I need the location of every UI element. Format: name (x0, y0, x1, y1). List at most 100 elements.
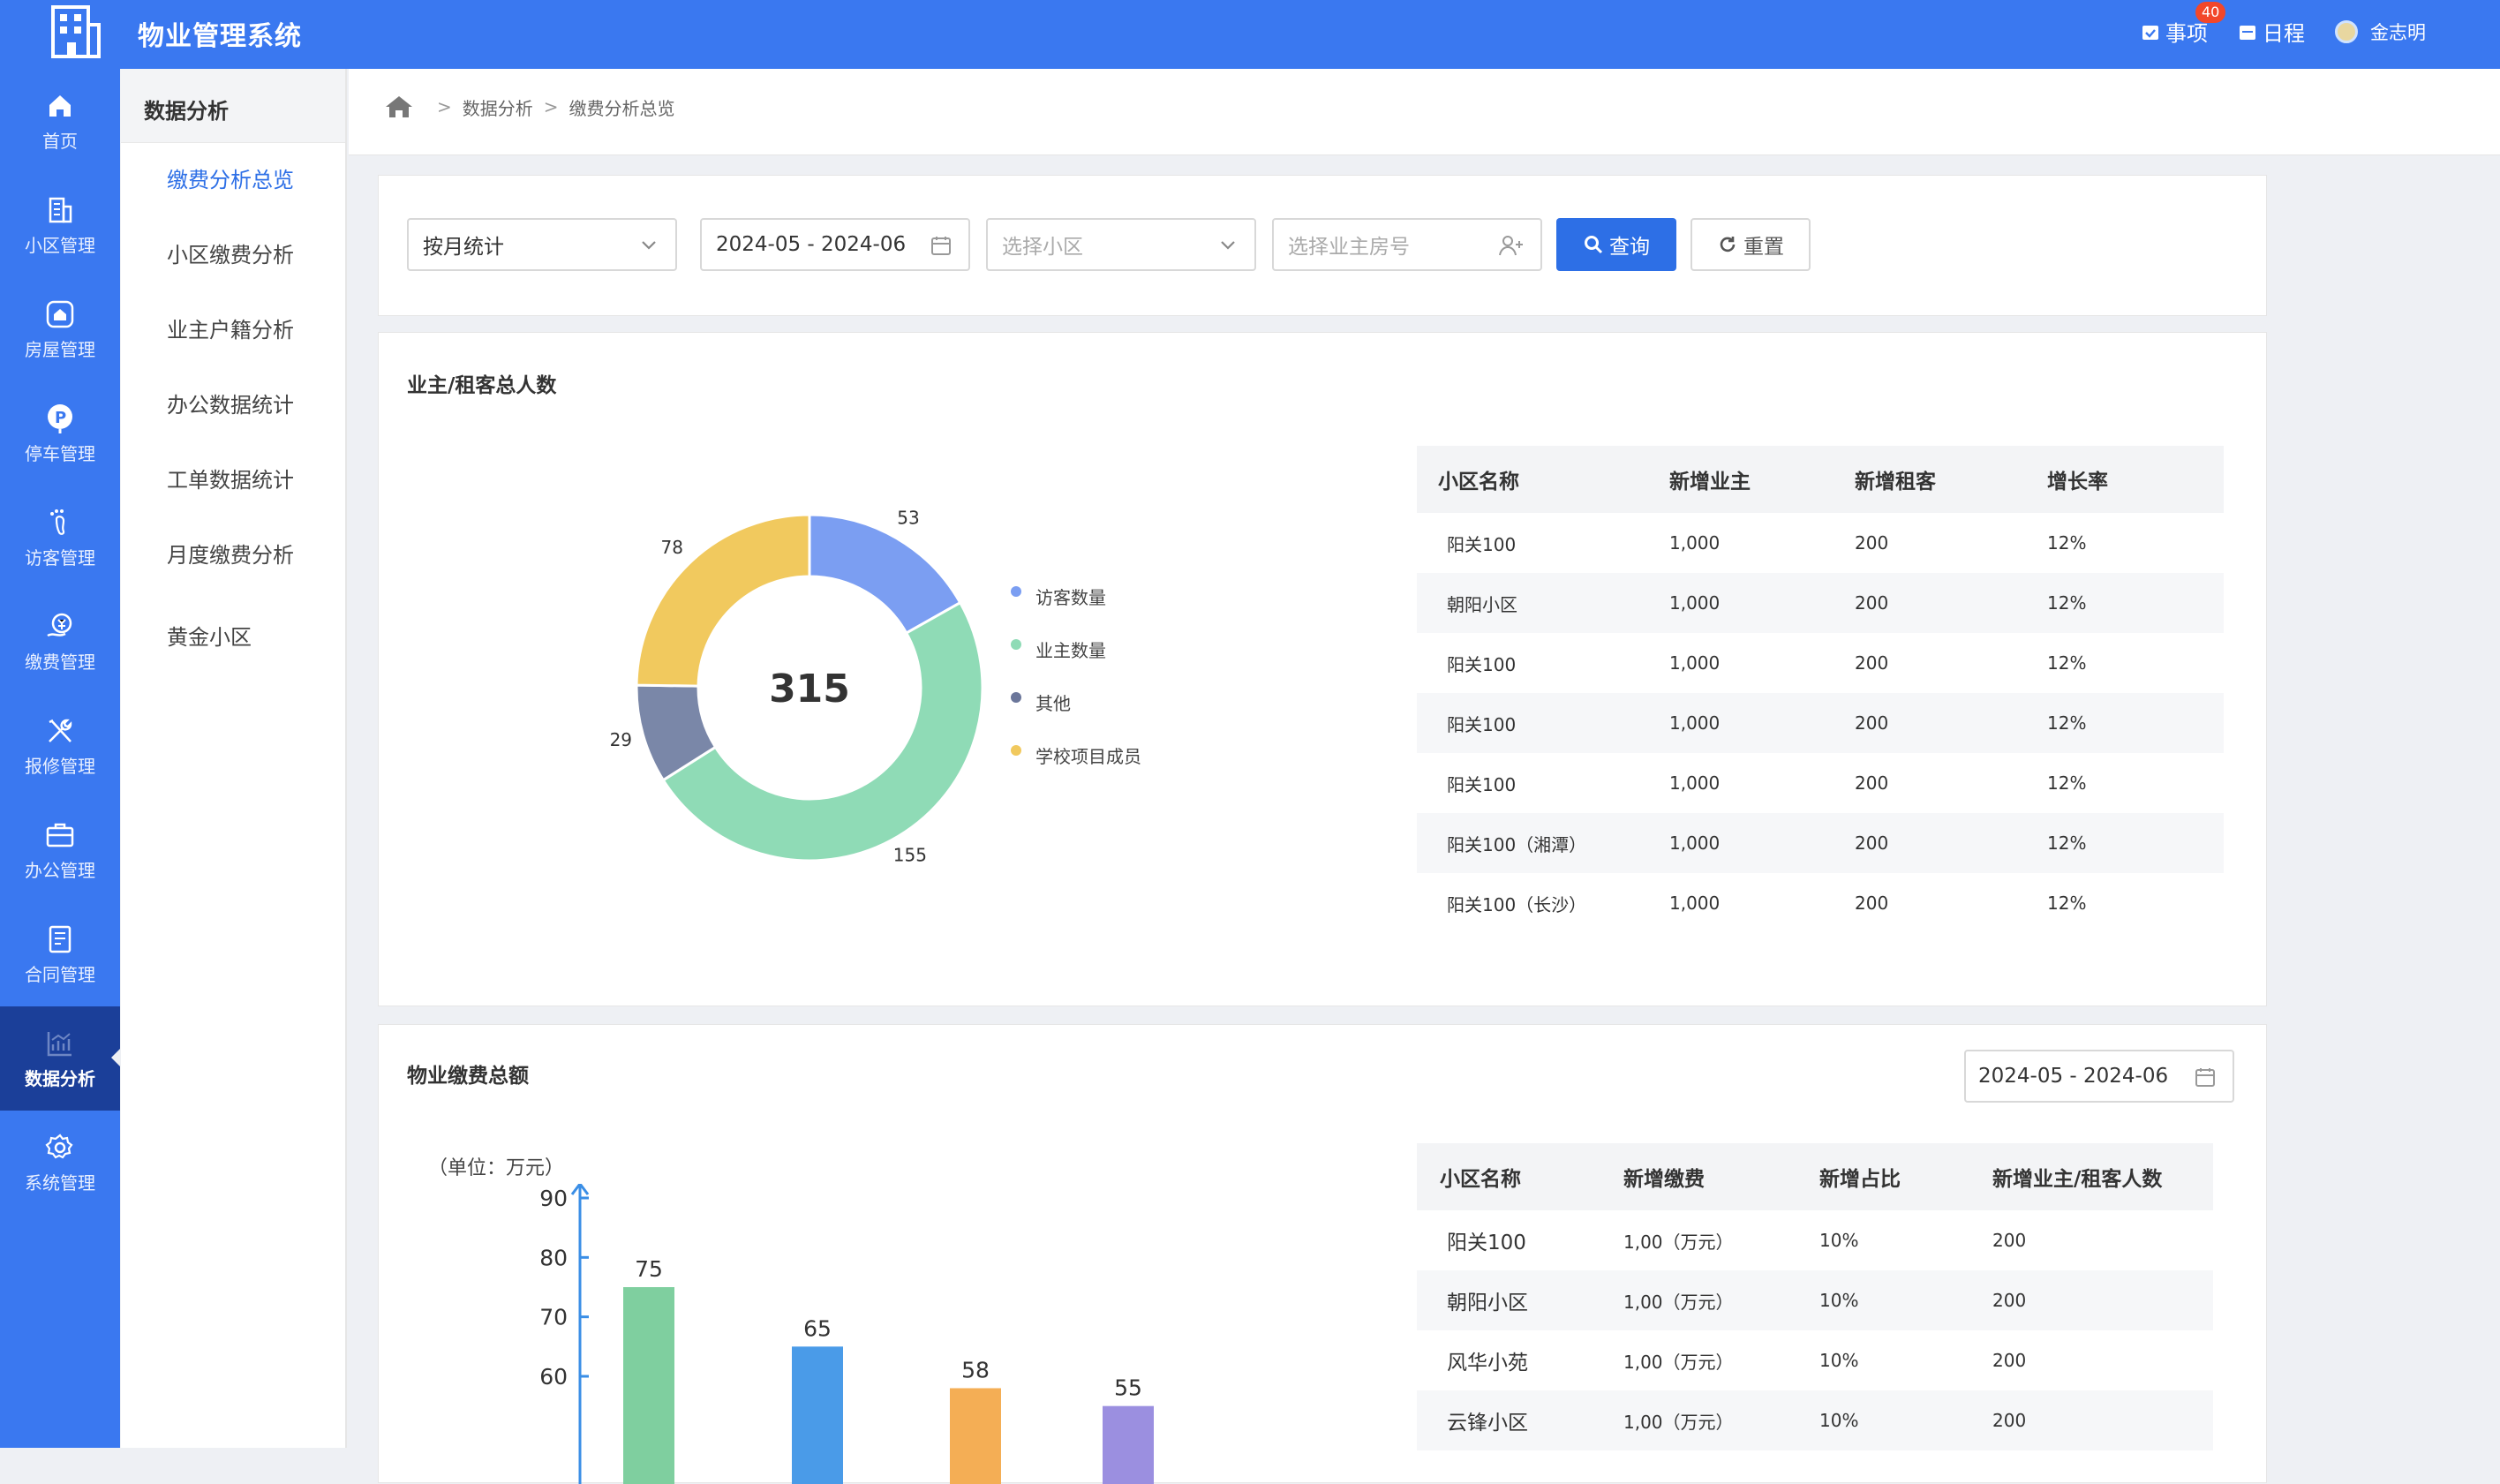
table-cell: 云锋小区 (1417, 1390, 1623, 1450)
residents-title: 业主/租客总人数 (407, 374, 557, 397)
donut-slice-label: 155 (893, 845, 927, 866)
legend-dot (1011, 586, 1021, 597)
sidebar-item-contract[interactable]: 合同管理 (0, 902, 120, 1006)
subnav-item-workorder-stats[interactable]: 工单数据统计 (121, 443, 345, 518)
fees-unit-label: （单位：万元） (428, 1157, 565, 1179)
subnav-item-owner-registry[interactable]: 业主户籍分析 (121, 293, 345, 368)
subnav-item-fee-overview[interactable]: 缴费分析总览 (121, 143, 345, 218)
table-row: 风华小苑 1,00（万元） 10% 200 (1417, 1330, 2213, 1390)
table-row: 阳关100（湘潭） 1,000 200 12% (1417, 813, 2224, 873)
subnav-item-gold-community[interactable]: 黄金小区 (121, 600, 345, 675)
table-cell: 12% (2047, 813, 2224, 873)
table-cell: 1,00（万元） (1623, 1351, 1734, 1373)
table-cell: 200 (1992, 1390, 2213, 1450)
bar (792, 1346, 843, 1484)
query-button[interactable]: 查询 (1556, 218, 1676, 271)
subnav-item-community-fee[interactable]: 小区缴费分析 (121, 218, 345, 293)
donut-slice-owners (661, 600, 984, 863)
table-cell: 朝阳小区 (1417, 1270, 1623, 1330)
table-cell: 1,000 (1669, 893, 1721, 914)
bar (623, 1287, 674, 1484)
table-cell: 1,00（万元） (1623, 1270, 1819, 1330)
table-cell: 10% (1819, 1230, 1859, 1251)
bar (1103, 1405, 1154, 1484)
table-row: 阳关100 1,000 200 12% (1417, 633, 2224, 693)
community-select[interactable]: 选择小区 (986, 218, 1256, 271)
home-icon (49, 95, 71, 117)
app-title: 物业管理系统 (138, 21, 302, 52)
fees-card: 物业缴费总额 2024-05 - 2024-06 （单位：万元） 60 70 80 9… (378, 1024, 2267, 1484)
breadcrumb-analytics[interactable]: 数据分析 (463, 94, 533, 120)
y-tick-label: 70 (539, 1305, 568, 1330)
fees-title: 物业缴费总额 (407, 1065, 529, 1088)
calendar-icon (2195, 1068, 2215, 1087)
table-cell: 10% (1819, 1350, 1859, 1371)
owner-room-input[interactable]: 选择业主房号 (1272, 218, 1542, 271)
todo-button[interactable]: 事项 40 (2141, 2, 2226, 47)
filter-bar: 按月统计 2024-05 - 2024-06 选择小区 选择业主房号 查询 重置 (378, 175, 2267, 316)
sidebar-item-repair[interactable]: 报修管理 (0, 694, 120, 798)
table-row: 阳关100 1,000 200 12% (1417, 513, 2224, 573)
col-new-people: 新增业主/租客人数 (1992, 1143, 2213, 1210)
table-cell: 10% (1819, 1390, 1992, 1450)
table-cell: 阳关100 (1417, 693, 1669, 753)
bar-value-label: 75 (635, 1256, 663, 1282)
fees-date-range-picker[interactable]: 2024-05 - 2024-06 (1964, 1050, 2234, 1103)
chevron-down-icon (642, 241, 656, 250)
donut-slice-label: 29 (610, 729, 632, 750)
table-cell: 12% (2047, 772, 2087, 794)
search-icon (1585, 236, 1603, 254)
building-icon (49, 197, 72, 223)
legend-dot (1011, 692, 1021, 703)
table-cell: 12% (2047, 573, 2224, 633)
footprint-icon (50, 509, 65, 535)
sidebar-item-house[interactable]: 房屋管理 (0, 277, 120, 381)
table-cell: 200 (1992, 1270, 2213, 1330)
chevron-down-icon (1221, 241, 1235, 250)
table-row: 阳关100（长沙） 1,000 200 12% (1417, 873, 2224, 933)
add-user-icon (1499, 236, 1523, 256)
donut-slice-label: 78 (660, 537, 682, 558)
schedule-label: 日程 (2263, 21, 2305, 46)
sidebar-item-payment[interactable]: 缴费管理 (0, 590, 120, 694)
sidebar-item-home[interactable]: 首页 (0, 69, 120, 173)
top-bar: 物业管理系统 事项 40 日程 金志明 (0, 0, 2500, 69)
residents-card: 业主/租客总人数 53 155 29 78 315 访客数量 业主数量 其他 学校项目成… (378, 332, 2267, 1006)
donut-total: 315 (769, 667, 850, 712)
table-row: 云锋小区 1,00（万元） 10% 200 (1417, 1390, 2213, 1450)
legend-item-school: 学校项目成员 (1011, 728, 1141, 781)
period-select[interactable]: 按月统计 (407, 218, 677, 271)
home-icon[interactable] (384, 94, 414, 120)
table-row: 阳关100 1,00（万元） 10% 200 (1417, 1210, 2213, 1270)
table-cell: 阳关100（长沙） (1447, 893, 1587, 915)
residents-table: 小区名称 新增业主 新增租客 增长率 阳关100 1,000 200 12% 朝阳小区 1… (1417, 446, 2224, 933)
table-cell: 1,000 (1669, 532, 1721, 554)
sub-navigation: 数据分析 缴费分析总览 小区缴费分析 业主户籍分析 办公数据统计 工单数据统计 … (121, 69, 347, 1448)
table-cell: 1,000 (1669, 772, 1721, 794)
table-cell: 1,000 (1669, 652, 1721, 674)
table-cell: 200 (1855, 573, 2047, 633)
schedule-button[interactable]: 日程 (2238, 16, 2305, 47)
user-menu[interactable]: 金志明 (2335, 19, 2426, 45)
sidebar-item-community[interactable]: 小区管理 (0, 173, 120, 277)
sidebar-item-visitor[interactable]: 访客管理 (0, 486, 120, 590)
table-cell: 200 (1855, 893, 1889, 914)
table-cell: 200 (1855, 693, 2047, 753)
sidebar-item-parking[interactable]: P 停车管理 (0, 381, 120, 486)
calendar-check-icon (2142, 25, 2158, 40)
sidebar-item-analytics[interactable]: 数据分析 (0, 1006, 120, 1111)
table-cell: 12% (2047, 652, 2087, 674)
subnav-item-monthly-fee[interactable]: 月度缴费分析 (121, 518, 345, 593)
sidebar-item-system[interactable]: 系统管理 (0, 1111, 120, 1215)
table-cell: 200 (1855, 532, 1889, 554)
table-row: 阳关100 1,000 200 12% (1417, 693, 2224, 753)
svg-text:P: P (55, 409, 66, 427)
table-cell: 风华小苑 (1447, 1352, 1528, 1375)
table-cell: 1,00（万元） (1623, 1390, 1819, 1450)
subnav-item-office-stats[interactable]: 办公数据统计 (121, 368, 345, 443)
table-row: 朝阳小区 1,000 200 12% (1417, 573, 2224, 633)
date-range-picker[interactable]: 2024-05 - 2024-06 (700, 218, 970, 271)
table-cell: 1,000 (1669, 693, 1855, 753)
reset-button[interactable]: 重置 (1691, 218, 1811, 271)
sidebar-item-office[interactable]: 办公管理 (0, 798, 120, 902)
